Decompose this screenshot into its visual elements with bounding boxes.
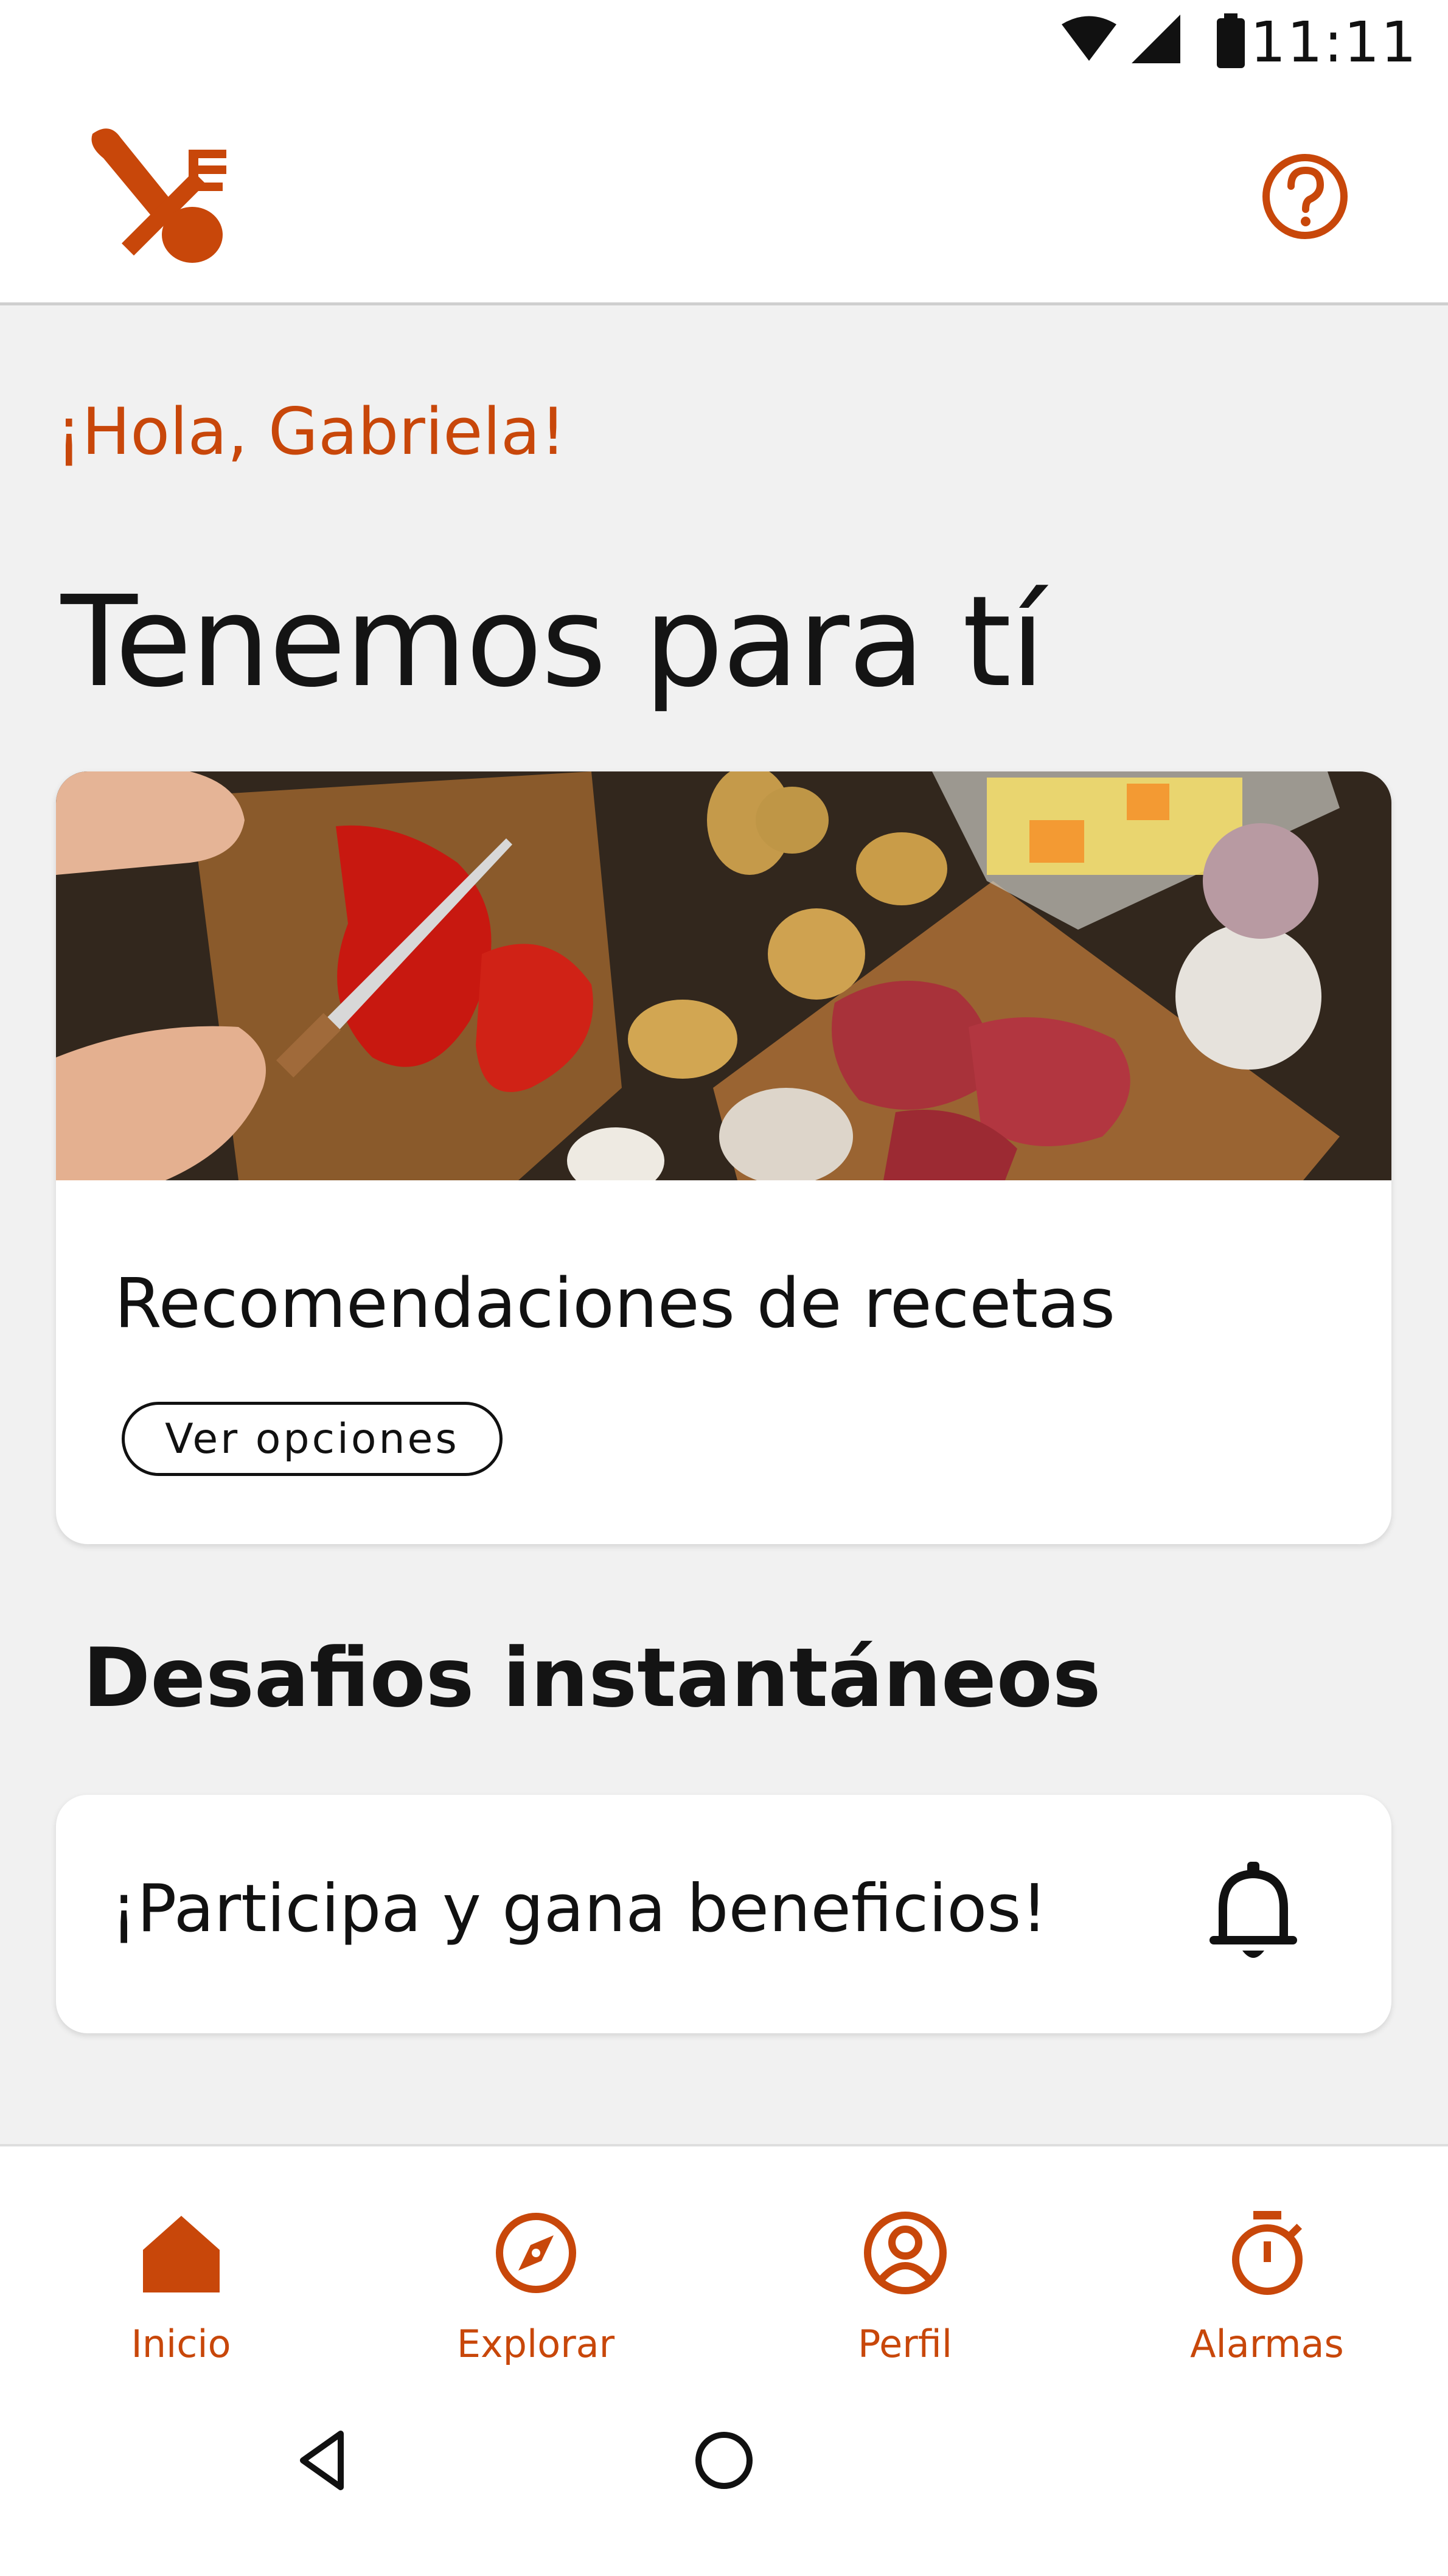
challenges-section-title: Desafios instantáneos (83, 1631, 1101, 1725)
challenge-card[interactable]: ¡Participa y gana beneficios! (56, 1795, 1391, 2033)
system-navigation (0, 2387, 1448, 2576)
page-title: Tenemos para tí (61, 569, 1045, 715)
nav-label-perfil: Perfil (857, 2322, 953, 2366)
back-icon[interactable] (286, 2424, 359, 2497)
help-circle-icon[interactable] (1259, 151, 1351, 242)
compass-icon (495, 2213, 576, 2293)
wifi-icon (1062, 16, 1116, 61)
status-icons (1062, 13, 1245, 68)
recipe-recommendations-card[interactable]: Recomendaciones de recetas Ver opciones (56, 771, 1391, 1544)
challenge-card-text: ¡Participa y gana beneficios! (111, 1871, 1048, 1947)
nav-label-inicio: Inicio (131, 2322, 231, 2366)
view-options-button[interactable]: Ver opciones (122, 1402, 503, 1476)
bottom-navigation: Inicio Explorar Perfil Alarmas (0, 2144, 1448, 2390)
nav-item-inicio[interactable]: Inicio (0, 2146, 362, 2390)
status-time: 11:11 (1250, 10, 1418, 75)
fork-spoon-logo[interactable] (85, 116, 231, 268)
nav-item-perfil[interactable]: Perfil (724, 2146, 1086, 2390)
app-header (0, 85, 1448, 305)
nav-item-alarmas[interactable]: Alarmas (1086, 2146, 1448, 2390)
home-icon (142, 2216, 220, 2292)
profile-icon (863, 2212, 947, 2294)
bell-icon[interactable] (1199, 1858, 1308, 1968)
battery-icon (1217, 13, 1245, 68)
card-title: Recomendaciones de recetas (114, 1264, 1116, 1343)
signal-icon (1132, 15, 1180, 63)
home-circle-icon[interactable] (687, 2424, 761, 2497)
recipe-image (56, 771, 1391, 1180)
nav-label-explorar: Explorar (456, 2322, 615, 2366)
status-bar: 11:11 (0, 0, 1448, 85)
stopwatch-icon (1231, 2211, 1303, 2295)
nav-label-alarmas: Alarmas (1190, 2322, 1344, 2366)
greeting: ¡Hola, Gabriela! (56, 394, 566, 469)
nav-item-explorar[interactable]: Explorar (355, 2146, 717, 2390)
